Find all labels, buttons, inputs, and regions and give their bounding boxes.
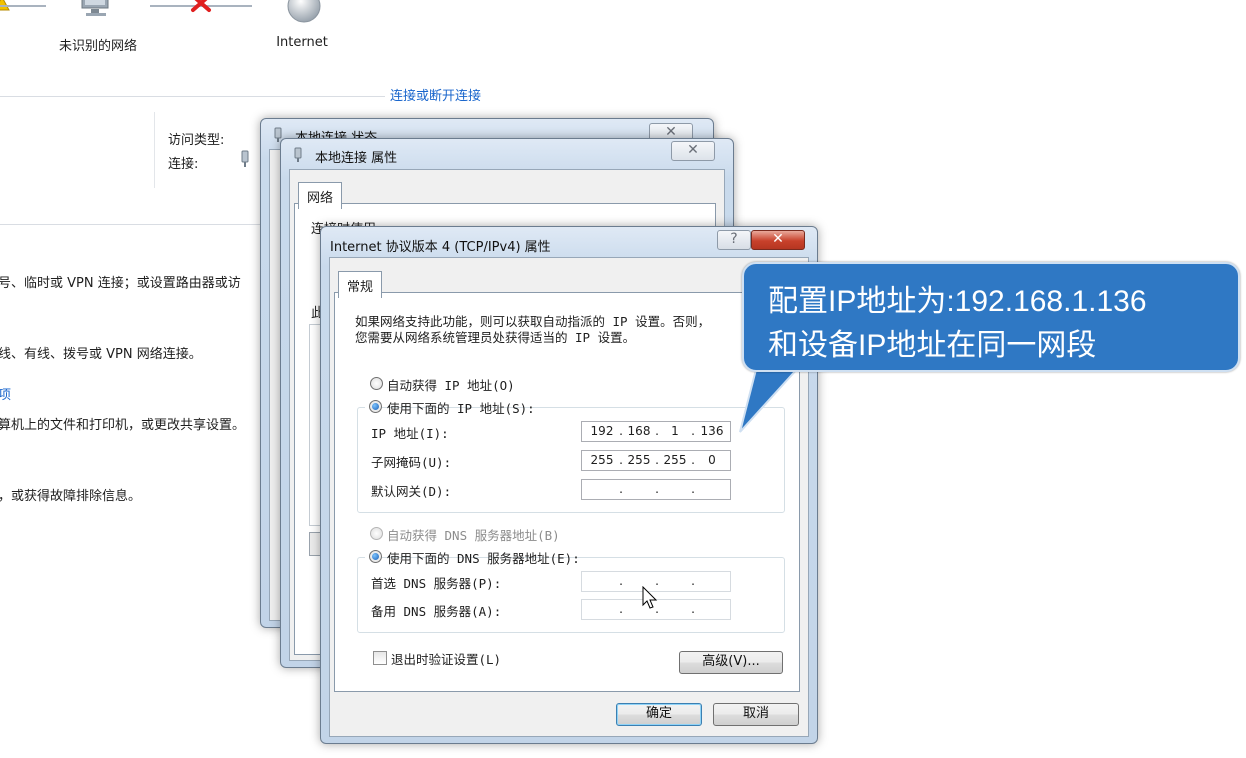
manual-dns-radio[interactable]	[369, 550, 382, 563]
auto-ip-radio[interactable]	[370, 377, 383, 390]
default-gateway-input[interactable]: . . .	[581, 479, 731, 500]
auto-dns-radio[interactable]	[370, 527, 383, 540]
close-icon: ✕	[772, 231, 784, 247]
window-title: 本地连接 属性	[315, 151, 398, 166]
validate-on-exit-label[interactable]: 退出时验证设置(L)	[391, 649, 501, 668]
close-icon: ✕	[687, 142, 699, 158]
close-button[interactable]: ✕	[751, 230, 805, 250]
manual-ip-radio[interactable]	[369, 400, 382, 413]
access-type-label: 访问类型:	[168, 133, 225, 148]
default-gateway-label: 默认网关(D):	[371, 484, 452, 499]
cancel-button[interactable]: 取消	[713, 703, 799, 726]
manual-dns-label[interactable]: 使用下面的 DNS 服务器地址(E):	[387, 548, 580, 567]
section-divider	[0, 96, 385, 97]
mouse-cursor-icon	[642, 586, 658, 609]
network-line-left	[0, 5, 46, 7]
validate-on-exit-checkbox[interactable]	[373, 651, 387, 665]
auto-dns-label[interactable]: 自动获得 DNS 服务器地址(B)	[387, 525, 560, 544]
advanced-button[interactable]: 高级(V)...	[679, 651, 783, 674]
ip-address-label: IP 地址(I):	[371, 426, 449, 441]
task-description-1: 号、临时或 VPN 连接；或设置路由器或访	[0, 276, 241, 291]
alternate-dns-label: 备用 DNS 服务器(A):	[371, 604, 502, 619]
manual-ip-label[interactable]: 使用下面的 IP 地址(S):	[387, 398, 535, 417]
red-x-icon	[191, 0, 211, 12]
tab-general[interactable]: 常规	[338, 271, 383, 298]
help-button[interactable]: ?	[717, 230, 751, 250]
globe-icon	[287, 0, 321, 23]
view-full-map-link-fragment[interactable]	[402, 0, 492, 7]
dialog-title: Internet 协议版本 4 (TCP/IPv4) 属性	[330, 240, 551, 255]
ethernet-icon	[241, 150, 249, 167]
dns-settings-group	[357, 557, 785, 633]
connect-disconnect-link[interactable]: 连接或断开连接	[390, 85, 481, 104]
subnet-mask-label: 子网掩码(U):	[371, 455, 452, 470]
help-icon: ?	[730, 231, 738, 247]
internet-label[interactable]: Internet	[262, 35, 342, 50]
task-description-3: 算机上的文件和打印机，或更改共享设置。	[0, 418, 246, 433]
subnet-mask-input[interactable]: 255 . 255 . 255 . 0	[581, 450, 731, 471]
tab-network[interactable]: 网络	[298, 182, 343, 209]
unidentified-network-label[interactable]: 未识别的网络	[40, 35, 156, 54]
close-button[interactable]: ✕	[671, 141, 715, 161]
connection-label: 连接:	[168, 157, 199, 172]
network-computer-icon	[81, 0, 109, 16]
description-line-2: 您需要从网络系统管理员处获得适当的 IP 设置。	[355, 330, 636, 345]
task-link-3[interactable]: 项	[0, 384, 11, 403]
task-description-2: 线、有线、拨号或 VPN 网络连接。	[0, 347, 202, 362]
auto-ip-label[interactable]: 自动获得 IP 地址(O)	[387, 375, 515, 394]
ethernet-icon	[294, 147, 302, 162]
ok-button[interactable]: 确定	[616, 703, 702, 726]
preferred-dns-label: 首选 DNS 服务器(P):	[371, 576, 502, 591]
callout-line-1: 配置IP地址为:192.168.1.136	[768, 285, 1147, 318]
task-description-4: ，或获得故障排除信息。	[0, 489, 142, 504]
